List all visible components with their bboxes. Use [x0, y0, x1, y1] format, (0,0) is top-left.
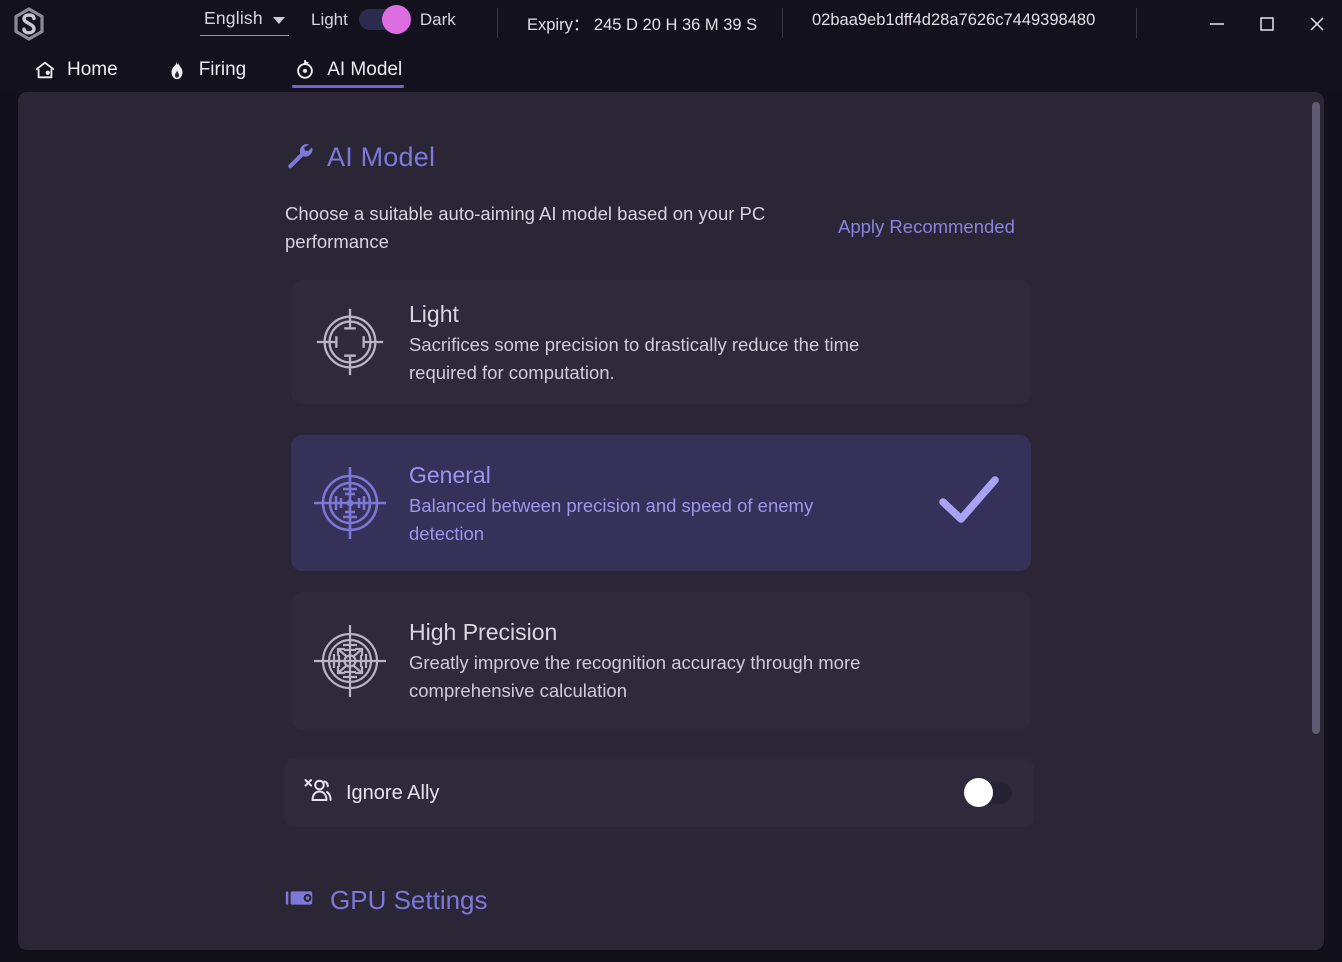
model-option-high-precision[interactable]: High Precision Greatly improve the recog…: [291, 592, 1031, 729]
page-title-text: AI Model: [327, 142, 436, 172]
language-value: English: [204, 8, 263, 28]
ignore-ally-toggle-knob: [964, 778, 993, 807]
tab-firing-label: Firing: [198, 58, 247, 80]
content-panel: AI Model Choose a suitable auto-aiming A…: [18, 92, 1324, 950]
flame-icon: [166, 59, 188, 81]
ignore-ally-label: Ignore Ally: [346, 781, 440, 804]
apply-recommended-button[interactable]: Apply Recommended: [838, 216, 1015, 238]
model-name: General: [409, 461, 491, 488]
model-name: High Precision: [409, 619, 558, 645]
page-title: AI Model: [284, 140, 435, 175]
tab-bar: Home Firing AI Model: [0, 47, 1342, 92]
divider: [497, 8, 498, 38]
theme-switcher[interactable]: Light Dark: [311, 5, 456, 34]
scrollbar-thumb[interactable]: [1312, 102, 1320, 734]
model-description: Greatly improve the recognition accuracy…: [409, 652, 861, 701]
maximize-button[interactable]: [1242, 0, 1292, 47]
app-logo: [0, 0, 58, 47]
title-bar: English Light Dark Expiry： 245 D 20 H 36…: [0, 0, 1342, 47]
ignore-ally-toggle[interactable]: [964, 778, 1012, 807]
model-description: Balanced between precision and speed of …: [409, 494, 814, 544]
wrench-icon: [284, 140, 314, 175]
target-medium-icon: [291, 463, 409, 543]
hexagon-s-logo-icon: [12, 6, 46, 41]
minimize-button[interactable]: [1192, 0, 1242, 47]
model-option-light[interactable]: Light Sacrifices some precision to drast…: [291, 280, 1031, 404]
language-selector[interactable]: English: [200, 6, 289, 36]
model-option-general[interactable]: General Balanced between precision and s…: [291, 435, 1031, 571]
check-icon: [938, 474, 1000, 533]
ignore-ally-row[interactable]: Ignore Ally: [284, 759, 1034, 827]
crosshair-icon: [294, 59, 316, 81]
page-description: Choose a suitable auto-aiming AI model b…: [285, 203, 766, 252]
tab-home-label: Home: [67, 58, 118, 80]
gpu-settings-header: GPU Settings: [284, 885, 488, 916]
expiry-text: Expiry： 245 D 20 H 36 M 39 S: [527, 16, 758, 34]
gpu-settings-title: GPU Settings: [330, 885, 488, 915]
theme-light-label: Light: [311, 9, 348, 29]
model-name: Light: [409, 300, 459, 327]
home-icon: [34, 59, 56, 81]
target-detailed-icon: [291, 621, 409, 701]
maximize-icon: [1258, 15, 1276, 33]
divider: [1136, 8, 1137, 38]
theme-toggle[interactable]: [358, 5, 411, 34]
minimize-icon: [1208, 15, 1226, 33]
person-x-icon: [304, 778, 334, 809]
scrollbar-track[interactable]: [1310, 92, 1322, 950]
tab-ai-model-label: AI Model: [327, 58, 403, 80]
divider: [782, 8, 783, 38]
theme-dark-label: Dark: [419, 9, 456, 29]
hardware-id-text: 02baa9eb1dff4d28a7626c7449398480: [812, 11, 1096, 29]
selection-indicator: [907, 474, 1031, 533]
tab-ai-model[interactable]: AI Model: [292, 50, 405, 90]
gpu-card-icon: [284, 887, 316, 914]
tab-firing[interactable]: Firing: [164, 50, 249, 90]
close-icon: [1307, 14, 1327, 34]
close-button[interactable]: [1292, 0, 1342, 47]
chevron-down-icon: [272, 16, 285, 24]
theme-toggle-knob: [381, 5, 411, 34]
window-controls: [1192, 0, 1342, 47]
target-simple-icon: [291, 303, 409, 381]
tab-home[interactable]: Home: [32, 50, 120, 90]
model-description: Sacrifices some precision to drastically…: [409, 333, 860, 383]
